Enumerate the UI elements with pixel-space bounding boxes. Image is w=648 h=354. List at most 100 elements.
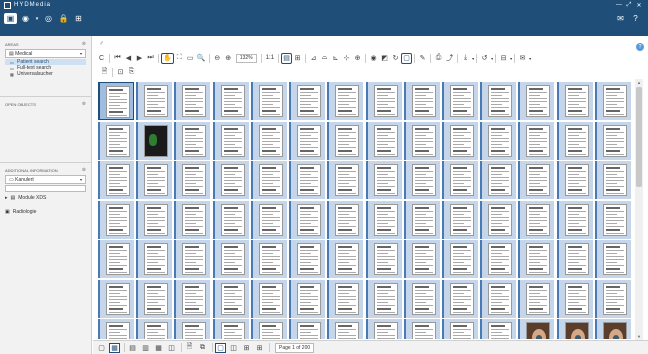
grid-large-layout-button[interactable]: ⊞ xyxy=(254,343,265,353)
page-thumbnail[interactable] xyxy=(289,240,326,278)
pin-icon[interactable]: ⊗ xyxy=(82,167,86,173)
single-page-layout-button[interactable]: ▢ xyxy=(215,342,226,353)
page-thumbnail[interactable] xyxy=(250,200,287,239)
help-icon[interactable]: ? xyxy=(636,43,644,51)
page-thumbnail[interactable] xyxy=(480,82,517,120)
additional-info-select[interactable]: ▭ Kanulert ▾ xyxy=(5,175,86,184)
crosshair-button[interactable]: ⊹ xyxy=(341,53,352,64)
page-thumbnail[interactable] xyxy=(289,200,326,239)
fit-page-button[interactable]: ⊞ xyxy=(292,53,303,64)
page-thumbnail[interactable] xyxy=(289,279,326,318)
page-thumbnail[interactable] xyxy=(594,279,631,318)
page-thumbnail[interactable] xyxy=(174,161,211,199)
page-thumbnail[interactable] xyxy=(212,82,249,120)
page-thumbnail[interactable] xyxy=(518,240,555,278)
page-thumbnail[interactable] xyxy=(594,161,631,199)
two-page-layout-button[interactable]: ◫ xyxy=(228,343,239,353)
page-thumbnail[interactable] xyxy=(174,319,211,339)
page-thumbnail[interactable] xyxy=(365,279,402,318)
next-page-button[interactable]: ▶ xyxy=(134,53,145,64)
page-thumbnail[interactable] xyxy=(212,200,249,239)
page-thumbnail[interactable] xyxy=(174,121,211,160)
page-thumbnail[interactable] xyxy=(365,240,402,278)
stamp-button[interactable]: ⊟ xyxy=(498,53,509,64)
scroll-up-icon[interactable]: ▲ xyxy=(635,79,643,86)
page-thumbnail[interactable] xyxy=(174,200,211,239)
page-thumbnail[interactable] xyxy=(250,161,287,199)
page-thumbnail[interactable] xyxy=(594,82,631,120)
lock-button[interactable]: 🔒 xyxy=(57,13,70,24)
page-thumbnail[interactable] xyxy=(327,161,364,199)
page-thumbnail[interactable] xyxy=(136,240,173,278)
last-page-button[interactable]: ⏭ xyxy=(145,53,156,64)
page-thumbnail[interactable] xyxy=(518,200,555,239)
contrast-button[interactable]: ◩ xyxy=(379,53,390,64)
close-button[interactable]: ✕ xyxy=(634,2,644,9)
page-thumbnail[interactable] xyxy=(327,82,364,120)
split-view-button[interactable]: ▦ xyxy=(153,343,164,353)
page-thumbnail[interactable] xyxy=(594,121,631,160)
export-button[interactable]: ⤴ xyxy=(444,53,455,64)
chevron-down-icon[interactable]: ▾ xyxy=(529,56,531,61)
zoom-out-button[interactable]: ⊖ xyxy=(212,53,223,64)
select-area-icon[interactable]: ⊡ xyxy=(115,67,126,78)
page-thumbnail[interactable] xyxy=(289,161,326,199)
page-thumbnail[interactable] xyxy=(98,200,134,239)
measure-button[interactable]: ⊾ xyxy=(330,53,341,64)
page-thumbnail[interactable] xyxy=(250,279,287,318)
pin-icon[interactable]: ⊗ xyxy=(82,101,86,107)
page-thumbnail[interactable] xyxy=(365,121,402,160)
page-thumbnail[interactable] xyxy=(174,82,211,120)
rotate-button[interactable]: ↻ xyxy=(390,53,401,64)
sidebar-item-universalsucher[interactable]: ▦ Universalsucher xyxy=(5,71,86,77)
pan-button[interactable]: ✋ xyxy=(161,52,174,64)
history-button[interactable]: ↺ xyxy=(479,53,490,64)
pin-viewer-icon[interactable]: ♂ xyxy=(96,38,107,49)
page-thumbnail[interactable] xyxy=(480,121,517,160)
page-thumbnail[interactable] xyxy=(403,161,440,199)
page-thumbnail[interactable] xyxy=(327,240,364,278)
pin-icon[interactable]: ⊗ xyxy=(82,41,86,47)
chevron-down-icon[interactable]: ▾ xyxy=(491,56,493,61)
arc-button[interactable]: ⌓ xyxy=(319,53,330,64)
dropdown-caret-icon[interactable]: ▾ xyxy=(34,13,40,24)
page-thumbnail[interactable] xyxy=(556,319,593,339)
chevron-right-icon[interactable]: ▸ xyxy=(5,195,8,201)
chevron-down-icon[interactable]: ▾ xyxy=(472,56,474,61)
page-thumbnail[interactable] xyxy=(480,319,517,339)
thumbnail-view-button[interactable]: ▦ xyxy=(109,342,120,353)
zoom-in-button[interactable]: ⊕ xyxy=(223,53,234,64)
page-thumbnail[interactable] xyxy=(518,279,555,318)
page-thumbnail[interactable] xyxy=(365,319,402,339)
scroll-down-icon[interactable]: ▼ xyxy=(635,333,643,340)
page-thumbnail[interactable] xyxy=(212,121,249,160)
zoom-level-input[interactable]: 132% xyxy=(235,53,257,63)
page-thumbnail[interactable] xyxy=(98,161,134,199)
page-thumbnail[interactable] xyxy=(136,82,173,120)
page-thumbnail[interactable] xyxy=(441,279,478,318)
restore-button[interactable]: ⤢ xyxy=(624,2,634,9)
page-thumbnail[interactable] xyxy=(212,240,249,278)
page-thumbnail[interactable] xyxy=(365,200,402,239)
page-thumbnail[interactable] xyxy=(480,161,517,199)
page-thumbnail[interactable] xyxy=(98,82,134,120)
page-thumbnail[interactable] xyxy=(403,200,440,239)
previous-page-button[interactable]: ◀ xyxy=(123,53,134,64)
page-thumbnail[interactable] xyxy=(136,319,173,339)
page-thumbnail[interactable] xyxy=(289,121,326,160)
page-thumbnail[interactable] xyxy=(212,161,249,199)
page-thumbnail[interactable] xyxy=(212,279,249,318)
page-thumbnail[interactable] xyxy=(518,319,555,339)
page-thumbnail[interactable] xyxy=(212,319,249,339)
page-thumbnail[interactable] xyxy=(174,240,211,278)
print-button[interactable]: ⎙ xyxy=(433,53,444,64)
help-menu-button[interactable]: ? xyxy=(629,13,642,24)
page-thumbnail[interactable] xyxy=(136,279,173,318)
page-thumbnail[interactable] xyxy=(518,82,555,120)
chevron-down-icon[interactable]: ▾ xyxy=(510,56,512,61)
document-view-button[interactable]: 🗎 xyxy=(184,343,195,353)
tree-item-module-xds[interactable]: ▸ ▤ Module XDS xyxy=(0,193,91,203)
single-view-button[interactable]: ▢ xyxy=(96,343,107,353)
document-icon[interactable]: 🗎 xyxy=(99,67,110,78)
tree-filter-input[interactable] xyxy=(5,185,86,192)
